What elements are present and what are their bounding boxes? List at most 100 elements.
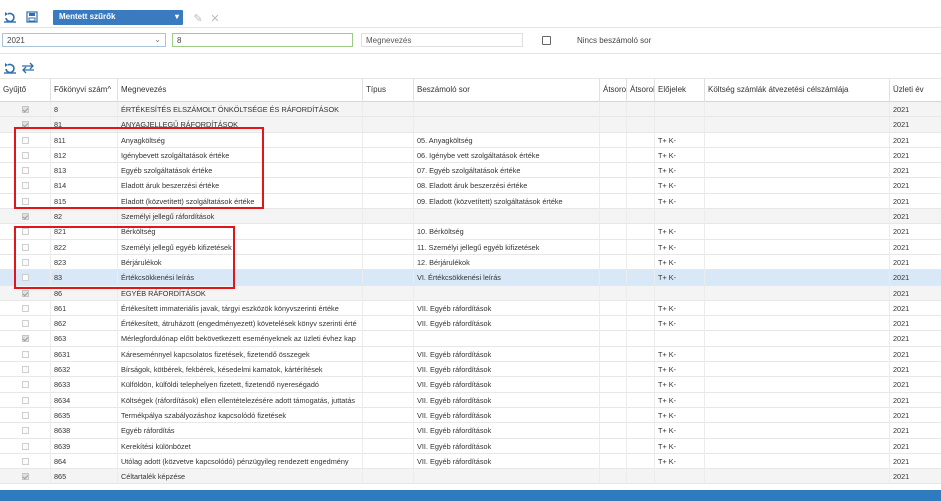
name-cell: Eladott (közvetített) szolgáltatások ért… xyxy=(117,193,362,209)
account-code-cell: 8632 xyxy=(50,362,117,378)
table-row[interactable]: 812 Igénybevett szolgáltatások értéke 06. … xyxy=(0,147,941,164)
collector-checkbox[interactable] xyxy=(22,106,29,113)
table-row[interactable]: 86 EGYÉB RÁFORDÍTÁSOK 2021 xyxy=(0,285,941,301)
collector-checkbox[interactable] xyxy=(22,182,29,190)
saved-filters-dropdown[interactable]: Mentett szűrők ▾ xyxy=(53,10,183,25)
name-cell: Káreseménnyel kapcsolatos fizetések, fiz… xyxy=(117,346,362,362)
column-header[interactable]: Átsorol xyxy=(626,79,654,102)
table-row[interactable]: 8639 Kerekítési különbözet VII. Egyéb ráfo… xyxy=(0,438,941,454)
save-icon[interactable] xyxy=(24,9,40,25)
collector-checkbox[interactable] xyxy=(22,335,29,343)
saved-filters-label: Mentett szűrők xyxy=(59,12,116,21)
column-header[interactable]: Gyűjtő xyxy=(0,79,50,102)
collector-checkbox[interactable] xyxy=(22,289,29,297)
name-cell: Anyagköltség xyxy=(117,132,362,148)
table-row[interactable]: 8633 Külföldön, külföldi telephelyen fize… xyxy=(0,377,941,393)
type-cell xyxy=(362,438,413,454)
collector-cell xyxy=(0,194,50,209)
collector-checkbox[interactable] xyxy=(22,411,29,419)
column-header[interactable]: Átsorol xyxy=(599,79,626,102)
collector-checkbox[interactable] xyxy=(22,320,29,328)
column-header[interactable]: Költség számlák átvezetési célszámlája xyxy=(704,79,889,102)
column-header[interactable]: Megnevezés xyxy=(117,79,362,102)
table-row[interactable]: 861 Értékesített immateriális javak, tárg… xyxy=(0,300,941,317)
collector-checkbox[interactable] xyxy=(22,136,29,144)
table-row[interactable]: 862 Értékesített, átruházott (engedményez… xyxy=(0,316,941,332)
table-row[interactable]: 81 ANYAGJELLEGŰ RÁFORDÍTÁSOK 2021 xyxy=(0,117,941,133)
table-row[interactable]: 813 Egyéb szolgáltatások értéke 07. Egyéb … xyxy=(0,163,941,179)
delete-icon[interactable]: ✕ xyxy=(207,10,223,26)
swap-icon[interactable] xyxy=(20,60,36,76)
collector-checkbox[interactable] xyxy=(22,228,29,236)
collector-checkbox[interactable] xyxy=(22,350,29,358)
table-row[interactable]: 823 Bérjárulékok 12. Bérjárulékok T+ K- 2021 xyxy=(0,254,941,271)
edit-icon[interactable]: ✎ xyxy=(190,10,206,26)
column-header[interactable]: Előjelek xyxy=(654,79,704,102)
report-row-cell: VI. Értékcsökkenési leírás xyxy=(413,270,599,286)
type-cell xyxy=(362,209,413,225)
name-cell: Céltartalék képzése xyxy=(117,469,362,485)
collector-checkbox[interactable] xyxy=(22,427,29,435)
report-row-cell: 06. Igénybe vett szolgáltatások értéke xyxy=(413,147,599,163)
collector-checkbox[interactable] xyxy=(22,304,29,312)
table-row[interactable]: 8634 Költségek (ráfordítások) ellen ellen… xyxy=(0,392,941,408)
type-cell xyxy=(362,469,413,485)
collector-checkbox[interactable] xyxy=(22,197,29,205)
column-header[interactable]: Beszámoló sor xyxy=(413,79,599,102)
collector-checkbox[interactable] xyxy=(22,121,29,129)
table-row[interactable]: 8631 Káreseménnyel kapcsolatos fizetések,… xyxy=(0,346,941,363)
name-input[interactable]: Megnevezés xyxy=(361,33,523,47)
column-header[interactable]: Típus xyxy=(362,79,413,102)
collector-checkbox[interactable] xyxy=(22,274,29,282)
collector-checkbox[interactable] xyxy=(22,396,29,404)
collector-checkbox[interactable] xyxy=(22,457,29,465)
collector-checkbox[interactable] xyxy=(22,213,29,221)
table-row[interactable]: 814 Eladott áruk beszerzési értéke 08. Ela… xyxy=(0,178,941,194)
account-code-cell: 821 xyxy=(50,224,117,240)
type-cell xyxy=(362,285,413,301)
table-row[interactable]: 8635 Termékpálya szabályozáshoz kapcsolód… xyxy=(0,407,941,424)
sign-cell: T+ K- xyxy=(654,438,704,454)
column-header[interactable]: Főkönyvi szám^ xyxy=(50,79,117,102)
target-account-cell xyxy=(704,346,889,362)
sign-cell: T+ K- xyxy=(654,163,704,179)
refresh-icon[interactable] xyxy=(2,9,18,25)
table-row[interactable]: 815 Eladott (közvetített) szolgáltatások … xyxy=(0,193,941,210)
table-row[interactable]: 8632 Bírságok, kötbérek, fekbérek, késede… xyxy=(0,362,941,378)
name-cell: Utólag adott (közvetve kapcsolódó) pénzü… xyxy=(117,453,362,469)
collector-cell xyxy=(0,377,50,392)
table-row[interactable]: 822 Személyi jellegű egyéb kifizetések 11.… xyxy=(0,239,941,255)
table-row[interactable]: 82 Személyi jellegű ráfordítások 2021 xyxy=(0,209,941,225)
collector-checkbox[interactable] xyxy=(22,258,29,266)
filter-bar: 2021 ⌄ 8 Megnevezés Nincs beszámoló sor xyxy=(0,28,941,54)
collector-checkbox[interactable] xyxy=(22,381,29,389)
collector-checkbox[interactable] xyxy=(22,442,29,450)
reclassify-cell xyxy=(626,423,654,439)
table-row[interactable]: 863 Mérlegfordulónap előtt bekövetkezett … xyxy=(0,331,941,347)
table-row[interactable]: 8638 Egyéb ráfordítás VII. Egyéb ráfordítá… xyxy=(0,423,941,439)
column-header[interactable]: Üzleti év xyxy=(889,79,941,102)
no-report-row-checkbox[interactable] xyxy=(542,36,551,45)
account-code-cell: 8635 xyxy=(50,407,117,423)
table-row[interactable]: 83 Értékcsökkenési leírás VI. Értékcsökken… xyxy=(0,270,941,286)
collector-checkbox[interactable] xyxy=(22,473,29,481)
table-row[interactable]: 8 ÉRTÉKESÍTÉS ELSZÁMOLT ÖNKÖLTSÉGE ÉS RÁF… xyxy=(0,102,941,118)
collector-checkbox[interactable] xyxy=(22,366,29,374)
sign-cell: T+ K- xyxy=(654,316,704,332)
chevron-down-icon: ⌄ xyxy=(154,35,161,44)
table-row[interactable]: 864 Utólag adott (közvetve kapcsolódó) pé… xyxy=(0,453,941,470)
collector-checkbox[interactable] xyxy=(22,151,29,159)
table-row[interactable]: 811 Anyagköltség 05. Anyagköltség T+ K- 2021 xyxy=(0,132,941,148)
collector-checkbox[interactable] xyxy=(22,243,29,251)
account-code-input[interactable]: 8 xyxy=(172,33,353,47)
collector-checkbox[interactable] xyxy=(22,167,29,175)
year-select[interactable]: 2021 ⌄ xyxy=(2,33,166,47)
type-cell xyxy=(362,102,413,117)
table-row[interactable]: 865 Céltartalék képzése 2021 xyxy=(0,469,941,485)
target-account-cell xyxy=(704,254,889,270)
target-account-cell xyxy=(704,209,889,225)
target-account-cell xyxy=(704,453,889,469)
table-row[interactable]: 821 Bérköltség 10. Bérköltség T+ K- 2021 xyxy=(0,224,941,240)
refresh-icon[interactable] xyxy=(2,60,18,76)
report-row-cell xyxy=(413,209,599,225)
